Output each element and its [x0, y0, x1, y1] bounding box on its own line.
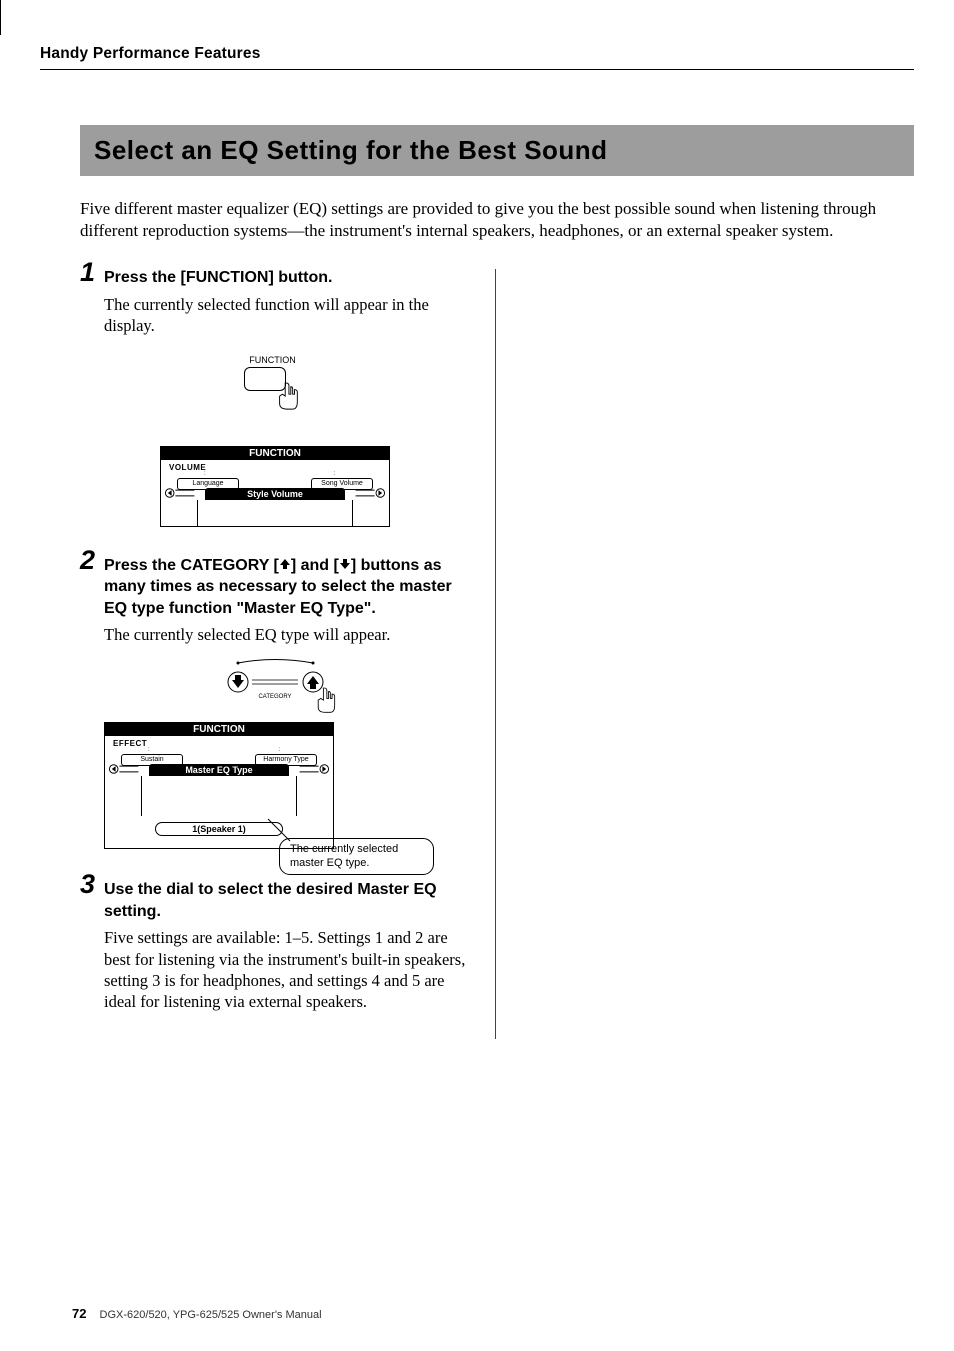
figure-function-button: FUNCTION FUNCTION VOLUME : — [160, 355, 390, 527]
step-2-head: Press the CATEGORY [] and [] buttons as … — [80, 555, 470, 620]
two-column-layout: 1 Press the [FUNCTION] button. The curre… — [80, 267, 914, 1039]
lcd-fwd-arrows-icon — [292, 761, 330, 782]
lcd-top-label: FUNCTION — [161, 447, 389, 460]
step-2-body: The currently selected EQ type will appe… — [80, 624, 470, 645]
category-buttons-icon: CATEGORY — [218, 658, 333, 710]
step-2-head-pre: Press the CATEGORY [ — [104, 557, 279, 574]
step-1-body: The currently selected function will app… — [80, 294, 470, 337]
left-column: 1 Press the [FUNCTION] button. The curre… — [80, 267, 470, 1039]
step-number: 1 — [80, 259, 95, 286]
step-number: 2 — [80, 547, 95, 574]
breadcrumb: Handy Performance Features — [40, 45, 261, 62]
section-title: Select an EQ Setting for the Best Sound — [94, 135, 608, 165]
category-down-icon — [339, 555, 351, 577]
lcd-current-chip: Master EQ Type — [149, 764, 289, 776]
page: Handy Performance Features Select an EQ … — [40, 0, 914, 1039]
lcd-category: EFFECT — [113, 739, 147, 748]
step-3-body: Five settings are available: 1–5. Settin… — [80, 927, 470, 1013]
step-1-head: Press the [FUNCTION] button. — [80, 267, 470, 289]
lcd-top-label: FUNCTION — [105, 723, 333, 736]
page-corner-rule — [0, 0, 1, 35]
step-number: 3 — [80, 871, 95, 898]
lcd-screen-1: FUNCTION VOLUME : : Language Song Volume — [160, 446, 390, 527]
svg-text:CATEGORY: CATEGORY — [258, 694, 291, 700]
lcd-value-chip: 1(Speaker 1) — [155, 822, 283, 836]
step-3-head: Use the dial to select the desired Maste… — [80, 879, 470, 922]
page-number: 72 — [72, 1306, 86, 1321]
footer: 72 DGX-620/520, YPG-625/525 Owner's Manu… — [72, 1306, 322, 1321]
step-3: 3 Use the dial to select the desired Mas… — [80, 879, 470, 1013]
lcd-screen-2: FUNCTION EFFECT : : Sustain Harmony Type — [104, 722, 334, 849]
footer-text: DGX-620/520, YPG-625/525 Owner's Manual — [100, 1309, 322, 1321]
intro-paragraph: Five different master equalizer (EQ) set… — [80, 198, 914, 242]
step-2-head-mid: ] and [ — [291, 557, 339, 574]
function-button-icon — [244, 367, 286, 391]
lcd-current-chip: Style Volume — [205, 488, 345, 500]
lcd-category: VOLUME — [169, 463, 206, 472]
lcd-dots-icon: : — [333, 471, 336, 477]
step-1: 1 Press the [FUNCTION] button. The curre… — [80, 267, 470, 526]
figure-category: CATEGORY — [150, 658, 400, 710]
lcd-dots-icon: : — [204, 471, 207, 477]
function-button-label: FUNCTION — [155, 355, 390, 365]
column-divider — [495, 269, 496, 1039]
figure-lcd-eq: FUNCTION EFFECT : : Sustain Harmony Type — [104, 722, 470, 849]
step-2: 2 Press the CATEGORY [] and [] buttons a… — [80, 555, 470, 849]
running-head: Handy Performance Features — [40, 0, 914, 70]
category-up-icon — [279, 555, 291, 577]
callout-text: The currently selected master EQ type. — [279, 838, 434, 876]
lcd-fwd-arrows-icon — [348, 485, 386, 503]
press-hand-icon — [313, 686, 339, 721]
section-heading-bar: Select an EQ Setting for the Best Sound — [80, 125, 914, 176]
